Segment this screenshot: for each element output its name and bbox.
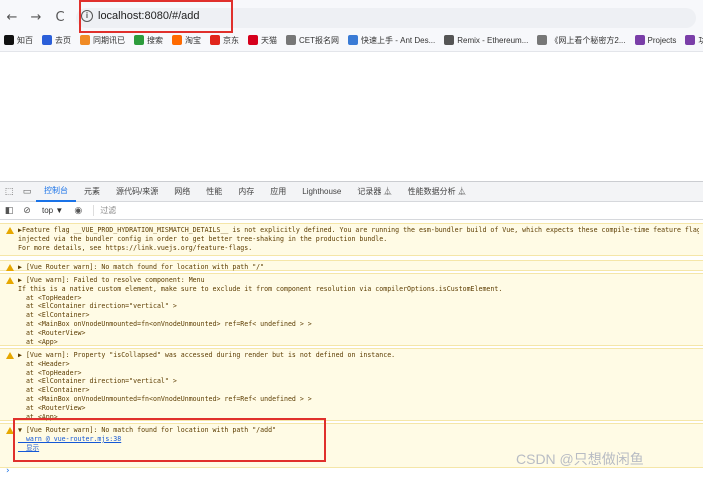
bookmark-item[interactable]: 天猫 [248, 35, 277, 46]
console-line: at <RouterView> [18, 328, 86, 337]
bookmark-label: 天猫 [261, 35, 277, 45]
console-line: For more details, see https://link.vuejs… [18, 243, 253, 252]
warning-icon [6, 352, 14, 359]
devtools-tab[interactable]: Lighthouse [294, 182, 349, 202]
eye-icon[interactable]: ◉ [69, 206, 87, 216]
bookmark-label: 搜索 [147, 35, 163, 45]
sidebar-toggle-icon[interactable]: ◧ [0, 206, 18, 216]
orange-icon [80, 35, 90, 45]
console-line: ▶Feature flag __VUE_PROD_HYDRATION_MISMA… [18, 226, 699, 234]
bookmark-label: 去页 [55, 35, 71, 45]
context-selector[interactable]: top ▼ [42, 206, 63, 215]
console-warning[interactable]: ▶ [Vue warn]: Property "isCollapsed" was… [0, 348, 703, 421]
console-warning[interactable]: ▶Feature flag __VUE_PROD_HYDRATION_MISMA… [0, 223, 703, 256]
bookmark-item[interactable]: Remix - Ethereum... [444, 35, 528, 45]
devtools-tab[interactable]: 内存 [230, 182, 262, 202]
console-line: ▶ [Vue warn]: Failed to resolve componen… [18, 276, 205, 284]
devtools-tab[interactable]: 控制台 [36, 182, 76, 202]
bookmark-item[interactable]: 快速上手 - Ant Des... [348, 35, 435, 46]
bookmark-item[interactable]: 搜索 [134, 35, 163, 46]
taobao-icon [172, 35, 182, 45]
bookmark-label: 同期讯已 [93, 35, 125, 45]
console-line: at <RouterView> [18, 403, 86, 412]
console-prompt[interactable]: › [6, 466, 10, 476]
bookmark-label: Remix - Ethereum... [457, 35, 529, 45]
bookmark-item[interactable]: 去页 [42, 35, 71, 46]
bookmark-item[interactable]: 功能 [685, 35, 703, 46]
console-warning[interactable]: ▶ [Vue warn]: Failed to resolve componen… [0, 273, 703, 346]
devtools-tab[interactable]: 元素 [76, 182, 108, 202]
globe-icon [286, 35, 296, 45]
bookmark-label: 《网上看个秘密方2... [550, 35, 626, 45]
console-line: If this is a native custom element, make… [18, 284, 503, 293]
console-line: at <ElContainer> [18, 311, 90, 320]
devtools-tab[interactable]: 网络 [166, 182, 198, 202]
page-content-area [0, 53, 703, 181]
clear-console-icon[interactable]: ⊘ [18, 206, 36, 216]
console-line: at <TopHeader> [18, 368, 82, 377]
bookmark-label: 淘宝 [185, 35, 201, 45]
forward-button[interactable]: → [24, 10, 48, 25]
bookmark-item[interactable]: CET报名网 [286, 35, 339, 46]
highlight-box-warning [13, 418, 326, 462]
projects-icon [634, 35, 645, 45]
device-icon[interactable]: ▭ [18, 187, 36, 197]
watermark: CSDN @只想做闲鱼 [516, 451, 644, 467]
bookmark-label: 知百 [17, 35, 33, 45]
console-line: at <ElContainer> [18, 386, 90, 395]
bookmark-item[interactable]: 知百 [4, 35, 33, 46]
highlight-box-url [79, 0, 233, 33]
console-line: at <App> [18, 337, 58, 346]
bookmark-item[interactable]: 《网上看个秘密方2... [537, 35, 626, 46]
inspect-icon[interactable]: ⬚ [0, 187, 18, 197]
console-warning[interactable]: ▶ [Vue Router warn]: No match found for … [0, 260, 703, 271]
page-icon [42, 35, 52, 45]
bookmark-label: Projects [647, 35, 677, 45]
back-button[interactable]: ← [0, 10, 24, 25]
bookmark-item[interactable]: 同期讯已 [80, 35, 125, 46]
console-line: at <ElContainer direction="vertical" > [18, 377, 177, 386]
devtools-tab[interactable]: 性能数据分析 ⏅ [400, 182, 474, 202]
bookmark-label: 京东 [223, 35, 239, 45]
jd-icon [210, 35, 220, 45]
console-line: at <MainBox onVnodeUnmounted=fn<onVnodeU… [18, 394, 312, 403]
console-line: injected via the bundler config in order… [18, 234, 388, 243]
console-line: ▶ [Vue Router warn]: No match found for … [18, 263, 265, 271]
bookmark-label: 功能 [698, 35, 703, 45]
devtools-tab[interactable]: 记录器 ⏅ [349, 182, 399, 202]
tiktok-icon [4, 35, 14, 45]
console-line: at <TopHeader> [18, 293, 82, 302]
filter-input[interactable]: 过滤 [93, 205, 116, 216]
projects-icon [685, 35, 696, 45]
bookmark-item[interactable]: 淘宝 [172, 35, 201, 46]
warning-icon [6, 227, 14, 234]
globe-icon [537, 35, 548, 45]
bookmark-label: CET报名网 [299, 35, 339, 45]
devtools-tab[interactable]: 应用 [262, 182, 294, 202]
remix-icon [444, 35, 455, 45]
console-line: at <Header> [18, 359, 70, 368]
devtools-tabs: ⬚ ▭ 控制台 元素 源代码/来源 网络 性能 内存 应用 Lighthouse 记录器 ⏅ 性能… [0, 182, 703, 202]
console-line: at <MainBox onVnodeUnmounted=fn<onVnodeU… [18, 319, 312, 328]
reload-button[interactable]: C [48, 10, 72, 25]
console-line: at <ElContainer direction="vertical" > [18, 302, 177, 311]
bookmarks-bar: 知百 去页 同期讯已 搜索 淘宝 京东 天猫 CET报名网 快速上手 - Ant Des... R… [4, 33, 703, 47]
ant-icon [348, 35, 358, 45]
console-line: ▶ [Vue warn]: Property "isCollapsed" was… [18, 351, 396, 359]
bookmark-label: 快速上手 - Ant Des... [361, 35, 436, 45]
console-toolbar: ◧ ⊘ top ▼ ◉ 过滤 [0, 202, 703, 220]
search-icon [134, 35, 144, 45]
nav-buttons: ← → C [0, 8, 72, 26]
bookmark-item[interactable]: Projects [634, 35, 677, 45]
devtools-tab[interactable]: 性能 [198, 182, 230, 202]
warning-icon [6, 277, 14, 284]
warning-icon [6, 264, 14, 271]
devtools-tab[interactable]: 源代码/来源 [108, 182, 166, 202]
bookmark-item[interactable]: 京东 [210, 35, 239, 46]
tmall-icon [248, 35, 258, 45]
